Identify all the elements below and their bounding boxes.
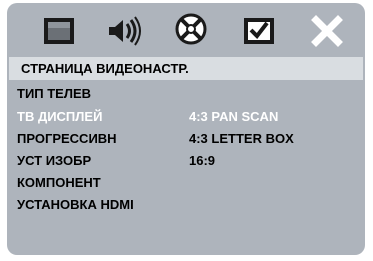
page-title: СТРАНИЦА ВИДЕОНАСТР. [21, 61, 189, 76]
disc-settings-icon [171, 11, 211, 51]
option-letter-box[interactable]: 4:3 LETTER BOX [189, 131, 294, 146]
tv-screen-icon [39, 11, 79, 51]
preference-check-icon [239, 11, 279, 51]
setup-menu-screen: СТРАНИЦА ВИДЕОНАСТР. ТИП ТЕЛЕВ ТВ ДИСПЛЕ… [7, 3, 365, 255]
tab-exit[interactable] [307, 11, 347, 51]
tab-preference[interactable] [239, 11, 279, 51]
tab-audio[interactable] [103, 11, 143, 51]
menu-item-hdmi-setup[interactable]: УСТАНОВКА HDMI [17, 197, 134, 212]
tab-general[interactable] [39, 11, 79, 51]
menu-item-progressive[interactable]: ПРОГРЕССИВН [17, 131, 117, 146]
option-pan-scan[interactable]: 4:3 PAN SCAN [189, 109, 278, 124]
menu-item-picture-setting[interactable]: УСТ ИЗОБР [17, 153, 91, 168]
option-16-9[interactable]: 16:9 [189, 153, 215, 168]
menu-item-tv-display[interactable]: ТВ ДИСПЛЕЙ [17, 109, 102, 124]
close-icon [307, 11, 347, 51]
menu-item-component[interactable]: КОМПОНЕНТ [17, 175, 101, 190]
page-header: СТРАНИЦА ВИДЕОНАСТР. [9, 57, 363, 80]
speaker-sound-icon [103, 11, 143, 51]
tab-bar [7, 3, 365, 55]
menu-item-tv-type[interactable]: ТИП ТЕЛЕВ [17, 86, 91, 101]
tab-video[interactable] [167, 11, 215, 51]
